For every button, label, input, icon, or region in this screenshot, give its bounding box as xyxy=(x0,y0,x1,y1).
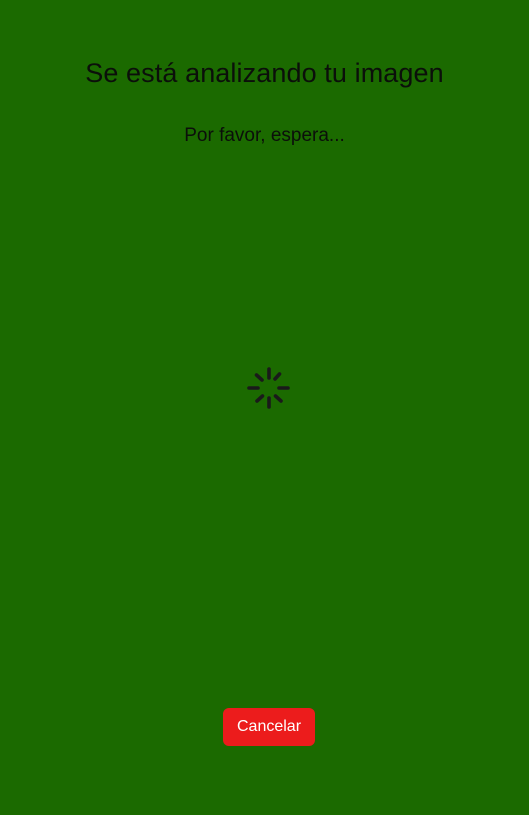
status-message: Por favor, espera... xyxy=(184,125,345,146)
analysis-screen: Se está analizando tu imagen Por favor, … xyxy=(0,0,529,815)
spinner-icon xyxy=(246,366,292,410)
cancel-button[interactable]: Cancelar xyxy=(223,708,315,746)
page-title: Se está analizando tu imagen xyxy=(85,58,444,88)
